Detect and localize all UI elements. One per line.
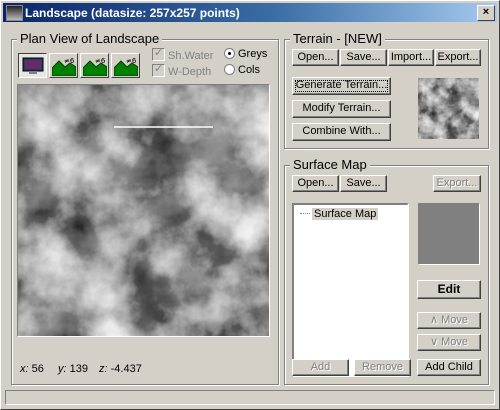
modify-terrain-button[interactable]: Modify Terrain... — [292, 100, 391, 118]
cols-radio[interactable]: Cols — [224, 64, 260, 76]
thumbnail-image — [418, 78, 479, 139]
radio-dot — [224, 64, 235, 75]
greys-radio[interactable]: Greys — [224, 48, 267, 60]
surface-map-title: Surface Map — [290, 157, 370, 172]
y-coordinate: y: 139 — [58, 363, 88, 375]
heightmap-canvas[interactable] — [18, 85, 269, 336]
terrain-title: Terrain - [NEW] — [290, 31, 385, 46]
add-child-button[interactable]: Add Child — [417, 359, 481, 376]
combine-with-button[interactable]: Combine With... — [292, 123, 391, 141]
add-button[interactable]: Add — [292, 359, 349, 376]
surface-color-swatch — [418, 203, 480, 265]
svg-text:≠6: ≠6 — [64, 57, 75, 65]
checkbox-box — [152, 62, 165, 77]
w-depth-checkbox[interactable]: W-Depth — [152, 62, 211, 78]
surface-export-button[interactable]: Export... — [433, 175, 481, 192]
move-up-button[interactable]: ∧ Move — [417, 312, 481, 329]
terrain-import-button[interactable]: Import... — [388, 49, 434, 66]
terrain-tool-button-3[interactable]: ≠6 — [111, 53, 140, 78]
terrain-export-button[interactable]: Export... — [435, 49, 481, 66]
z-coordinate: z: -4.437 — [99, 363, 142, 375]
checkbox-box — [152, 46, 165, 61]
terrain-icon: ≠6 — [114, 57, 138, 76]
tree-item-surface-map[interactable]: Surface Map — [300, 208, 379, 220]
title-bar[interactable]: Landscape (datasize: 257x257 points) × — [3, 3, 497, 22]
app-icon — [6, 5, 23, 21]
monitor-icon — [22, 57, 44, 74]
terrain-icon: ≠6 — [52, 57, 76, 76]
remove-button[interactable]: Remove — [354, 359, 411, 376]
heightmap-image — [18, 85, 269, 336]
x-coordinate: x: 56 — [20, 363, 44, 375]
move-down-button[interactable]: ∨ Move — [417, 334, 481, 351]
terrain-tool-button-2[interactable]: ≠6 — [80, 53, 109, 78]
window-title: Landscape (datasize: 257x257 points) — [25, 6, 240, 20]
surface-map-tree[interactable]: Surface Map — [292, 203, 409, 377]
landscape-window: Landscape (datasize: 257x257 points) × P… — [0, 0, 500, 410]
tree-connector — [300, 213, 310, 214]
generate-terrain-button[interactable]: Generate Terrain... — [292, 77, 391, 95]
sh-water-checkbox[interactable]: Sh.Water — [152, 46, 213, 62]
surface-save-button[interactable]: Save... — [340, 175, 387, 192]
terrain-open-button[interactable]: Open... — [292, 49, 339, 66]
radio-dot — [224, 48, 235, 59]
close-button[interactable]: × — [477, 5, 495, 21]
plan-view-title: Plan View of Landscape — [17, 31, 163, 46]
svg-text:≠6: ≠6 — [126, 57, 137, 65]
terrain-icon: ≠6 — [83, 57, 107, 76]
surface-open-button[interactable]: Open... — [292, 175, 339, 192]
terrain-thumbnail — [418, 78, 479, 139]
display-tool-button[interactable] — [18, 53, 47, 78]
status-bar — [5, 390, 495, 405]
terrain-tool-button-1[interactable]: ≠6 — [49, 53, 78, 78]
terrain-save-button[interactable]: Save... — [340, 49, 387, 66]
svg-text:≠6: ≠6 — [95, 57, 106, 65]
edit-button[interactable]: Edit — [417, 280, 481, 299]
